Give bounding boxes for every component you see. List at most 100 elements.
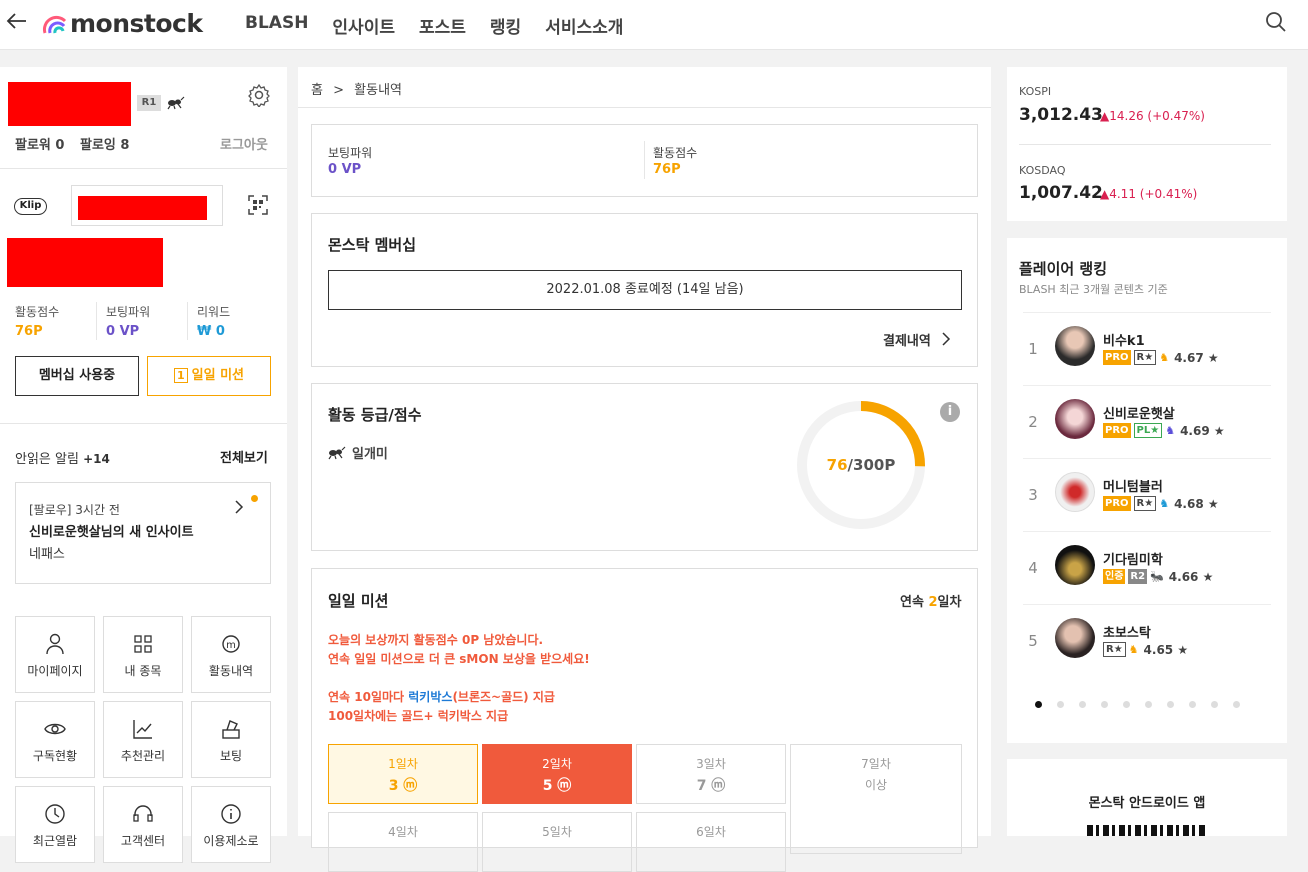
unread-dot: [251, 495, 258, 502]
kospi-change: ▲14.26 (+0.47%): [1100, 109, 1205, 123]
certified-badge: 인증: [1103, 569, 1126, 584]
membership-button[interactable]: 멤버십 사용중: [15, 356, 139, 396]
carousel-dot[interactable]: [1211, 701, 1218, 708]
horse-icon: ♞: [1128, 643, 1139, 656]
search-icon[interactable]: [1264, 10, 1288, 38]
grade-title: 활동 등급/점수: [328, 406, 422, 424]
qr-code-icon: [1087, 825, 1207, 836]
stat-voting: 보팅파워 0 VP: [106, 303, 150, 339]
nav-item-post[interactable]: 포스트: [419, 13, 466, 38]
notification-title: 신비로운햇살님의 새 인사이트: [29, 525, 194, 540]
ranking-row-4[interactable]: 4 기다림미학 인증 R2 🐜 4.66 ★: [1023, 531, 1271, 604]
info-icon[interactable]: i: [940, 402, 960, 422]
ranking-row-2[interactable]: 2 신비로운햇살 PRO PL★ ♞ 4.69 ★: [1023, 385, 1271, 458]
carousel-dot[interactable]: [1189, 701, 1196, 708]
horse-icon: ♞: [1165, 424, 1176, 437]
day-reward: 이상: [864, 778, 888, 792]
market-index-panel: KOSPI 3,012.43 ▲14.26 (+0.47%) KOSDAQ 1,…: [1007, 67, 1287, 221]
carousel-dot[interactable]: [1057, 701, 1064, 708]
eye-icon: [44, 723, 66, 735]
qr-scan-icon[interactable]: [247, 194, 269, 220]
tile-guide[interactable]: 이용제소로: [191, 786, 271, 863]
daily-mission-box: 일일 미션 연속 2일차 오늘의 보상까지 활동점수 0P 남았습니다. 연속 …: [311, 568, 978, 872]
profile-panel: R1 팔로워 0 팔로잉 8 로그아웃 Klip 활동점수 76P 보팅파워 0…: [0, 67, 287, 863]
day-label: 2일차: [542, 757, 572, 771]
payment-history-link[interactable]: 결제내역: [883, 330, 951, 349]
carousel-dot[interactable]: [1167, 701, 1174, 708]
app-promo-title: 몬스탁 안드로이드 앱: [1088, 796, 1206, 811]
main-nav: BLASH 인사이트 포스트 랭킹 서비스소개: [245, 13, 623, 38]
notification-card[interactable]: [팔로우] 3시간 전 신비로운햇살님의 새 인사이트 네패스: [15, 482, 271, 584]
unread-label: 안읽은 알림: [15, 452, 79, 467]
player-badges: PRO R★ ♞ 4.67 ★: [1103, 350, 1219, 365]
calendar-icon: 1: [173, 368, 188, 383]
logout-link[interactable]: 로그아웃: [220, 134, 268, 153]
tile-my-stocks[interactable]: 내 종목: [103, 616, 183, 693]
notice-line-3-post: (브론즈~골드) 지급: [452, 690, 555, 704]
klip-logo: Klip: [14, 198, 47, 215]
notice-line-4: 100일차에는 골드+ 럭키박스 지급: [328, 709, 509, 723]
nav-item-service[interactable]: 서비스소개: [545, 13, 623, 38]
divider: [1019, 144, 1271, 145]
stat-voting-value: 0 VP: [106, 324, 140, 339]
tile-support[interactable]: 고객센터: [103, 786, 183, 863]
kosdaq-change: ▲4.11 (+0.41%): [1100, 187, 1198, 201]
tile-recommend[interactable]: 추천관리: [103, 701, 183, 778]
chevron-right-icon: [234, 499, 244, 519]
carousel-dot[interactable]: [1233, 701, 1240, 708]
daily-mission-label: 일일 미션: [191, 368, 245, 383]
following-label: 팔로잉: [80, 138, 116, 153]
vote-icon: [222, 720, 240, 739]
payment-history-label: 결제내역: [883, 334, 931, 349]
breadcrumb-separator: >: [333, 83, 345, 98]
carousel-dot[interactable]: [1101, 701, 1108, 708]
day-card-2: 2일차 5 ⓜ: [482, 744, 632, 804]
notice-line-2: 연속 일일 미션으로 더 큰 sMON 보상을 받으세요!: [328, 652, 590, 666]
carousel-dot[interactable]: [1145, 701, 1152, 708]
settings-gear-icon[interactable]: [247, 83, 271, 111]
ranking-row-5[interactable]: 5 초보스탁 R★ ♞ 4.65 ★: [1023, 604, 1271, 677]
nav-item-blash[interactable]: BLASH: [245, 13, 308, 38]
tile-voting[interactable]: 보팅: [191, 701, 271, 778]
ranking-row-1[interactable]: 1 비수k1 PRO R★ ♞ 4.67 ★: [1023, 312, 1271, 385]
tile-label: 내 종목: [124, 664, 162, 678]
membership-title: 몬스탁 멤버십: [328, 236, 417, 254]
activity-main-panel: 홈 > 활동내역 보팅파워 0 VP 활동점수 76P 몬스탁 멤버십 2022…: [298, 67, 991, 872]
streak-suffix: 일차: [937, 595, 962, 610]
horse-icon: ♞: [1159, 497, 1170, 510]
wallet-address-field[interactable]: [71, 185, 223, 226]
tile-recent[interactable]: 최근열람: [15, 786, 95, 863]
lucky-box-link[interactable]: 럭키박스: [408, 690, 452, 704]
breadcrumb-home[interactable]: 홈: [311, 83, 323, 98]
player-name: 신비로운햇살: [1103, 407, 1175, 422]
carousel-dot[interactable]: [1123, 701, 1130, 708]
view-all-link[interactable]: 전체보기: [220, 447, 268, 466]
tile-activity[interactable]: m 활동내역: [191, 616, 271, 693]
notice-line-1: 오늘의 보상까지 활동점수 0P 남았습니다.: [328, 633, 544, 647]
follower-count[interactable]: 팔로워 0: [15, 134, 64, 153]
summary-activity-label: 활동점수: [653, 146, 698, 160]
streak-counter: 연속 2일차: [900, 591, 961, 610]
ranking-row-3[interactable]: 3 머니텀블러 PRO R★ ♞ 4.68 ★: [1023, 458, 1271, 531]
tile-mypage[interactable]: 마이페이지: [15, 616, 95, 693]
carousel-dot[interactable]: [1079, 701, 1086, 708]
divider: [187, 302, 188, 340]
player-score: 4.66 ★: [1168, 569, 1214, 584]
kospi-value: 3,012.43: [1019, 105, 1103, 125]
grade-badge: PL★: [1133, 423, 1163, 438]
summary-activity-value: 76P: [653, 162, 681, 177]
player-ranking-panel: 플레이어 랭킹 BLASH 최근 3개월 콘텐츠 기준 1 비수k1 PRO R…: [1007, 238, 1287, 743]
back-arrow-icon[interactable]: [6, 10, 28, 38]
person-icon: [46, 633, 64, 655]
player-name: 비수k1: [1103, 334, 1145, 349]
following-count[interactable]: 팔로잉 8: [80, 134, 129, 153]
tile-subscriptions[interactable]: 구독현황: [15, 701, 95, 778]
day-reward: 7 ⓜ: [696, 778, 726, 794]
ant-icon: [328, 446, 346, 460]
nav-item-insight[interactable]: 인사이트: [332, 13, 395, 38]
carousel-dot[interactable]: [1035, 701, 1042, 708]
nav-item-ranking[interactable]: 랭킹: [490, 13, 521, 38]
monstock-logo[interactable]: monstock: [42, 9, 203, 38]
player-score: 4.67 ★: [1174, 350, 1219, 365]
daily-mission-button[interactable]: 1 일일 미션: [147, 356, 271, 396]
